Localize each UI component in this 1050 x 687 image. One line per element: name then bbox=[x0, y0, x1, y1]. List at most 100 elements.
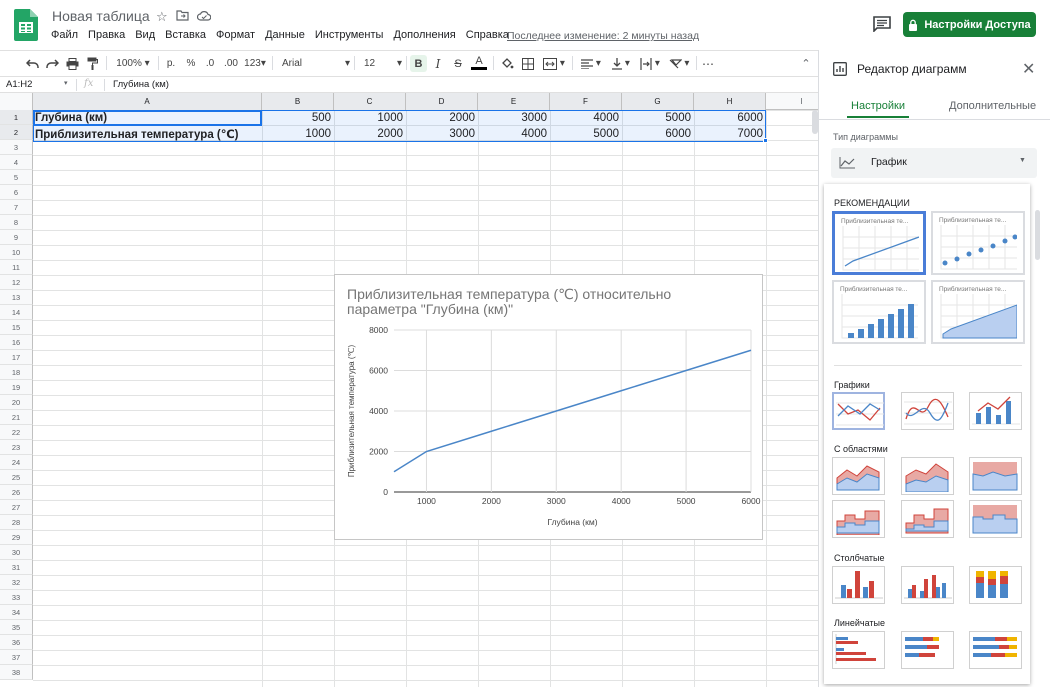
cell-d1[interactable]: 2000 bbox=[406, 110, 478, 125]
more-formats-button[interactable]: 123 ▾ bbox=[243, 55, 267, 72]
row-header[interactable]: 6 bbox=[0, 185, 33, 200]
strikethrough-button[interactable]: S bbox=[450, 55, 466, 72]
row-header[interactable]: 37 bbox=[0, 650, 33, 665]
name-box[interactable]: A1:H2 bbox=[6, 79, 32, 90]
rec-scatter-chart[interactable]: Приблизительная те... bbox=[931, 211, 1025, 275]
combo-chart-option[interactable] bbox=[969, 392, 1022, 430]
row-header[interactable]: 34 bbox=[0, 605, 33, 620]
row-header[interactable]: 28 bbox=[0, 515, 33, 530]
column-header-d[interactable]: D bbox=[406, 93, 478, 110]
smooth-line-chart-option[interactable] bbox=[901, 392, 954, 430]
row-header[interactable]: 18 bbox=[0, 365, 33, 380]
star-icon[interactable]: ☆ bbox=[156, 9, 168, 25]
row-header[interactable]: 32 bbox=[0, 575, 33, 590]
cell-c2[interactable]: 2000 bbox=[334, 126, 406, 141]
menu-insert[interactable]: Вставка bbox=[160, 29, 211, 45]
row-header[interactable]: 13 bbox=[0, 290, 33, 305]
last-edit-link[interactable]: Последнее изменение: 2 минуты назад bbox=[507, 30, 699, 42]
row-header[interactable]: 23 bbox=[0, 440, 33, 455]
bold-button[interactable]: B bbox=[410, 55, 427, 72]
stacked-stepped-area-chart-option[interactable] bbox=[901, 500, 954, 538]
row-header[interactable]: 9 bbox=[0, 230, 33, 245]
move-folder-icon[interactable] bbox=[176, 9, 189, 24]
full-stacked-area-chart-option[interactable] bbox=[969, 457, 1022, 495]
row-header[interactable]: 25 bbox=[0, 470, 33, 485]
column-chart-option[interactable] bbox=[832, 566, 885, 604]
menu-format[interactable]: Формат bbox=[211, 29, 260, 45]
collapse-menus-icon[interactable]: ⌃ bbox=[798, 55, 814, 72]
column-header-i[interactable]: I bbox=[766, 93, 818, 110]
formula-input[interactable]: Глубина (км) bbox=[113, 79, 169, 90]
document-title[interactable]: Новая таблица bbox=[52, 8, 150, 24]
dropdown-scrollbar[interactable] bbox=[1035, 210, 1040, 260]
close-icon[interactable]: ✕ bbox=[1022, 59, 1035, 79]
cell-e2[interactable]: 4000 bbox=[478, 126, 550, 141]
italic-button[interactable]: I bbox=[430, 55, 446, 72]
row-header[interactable]: 15 bbox=[0, 320, 33, 335]
row-header[interactable]: 20 bbox=[0, 395, 33, 410]
line-chart-option[interactable] bbox=[832, 392, 885, 430]
tab-customize[interactable]: Дополнительные bbox=[949, 100, 1036, 112]
cell-h1[interactable]: 6000 bbox=[694, 110, 766, 125]
menu-tools[interactable]: Инструменты bbox=[310, 29, 389, 45]
row-header[interactable]: 36 bbox=[0, 635, 33, 650]
row-header[interactable]: 3 bbox=[0, 140, 33, 155]
tab-setup[interactable]: Настройки bbox=[851, 100, 905, 112]
print-icon[interactable] bbox=[64, 55, 80, 72]
menu-addons[interactable]: Дополнения bbox=[388, 29, 460, 45]
fill-color-icon[interactable] bbox=[499, 55, 515, 72]
currency-format-button[interactable]: р. bbox=[163, 55, 179, 72]
grouped-column-chart-option[interactable] bbox=[901, 566, 954, 604]
row-header[interactable]: 5 bbox=[0, 170, 33, 185]
cell-g1[interactable]: 5000 bbox=[622, 110, 694, 125]
cell-e1[interactable]: 3000 bbox=[478, 110, 550, 125]
cell-f2[interactable]: 5000 bbox=[550, 126, 622, 141]
stacked-area-chart-option[interactable] bbox=[901, 457, 954, 495]
comments-icon[interactable] bbox=[873, 16, 891, 32]
column-header-e[interactable]: E bbox=[478, 93, 550, 110]
cell-f1[interactable]: 4000 bbox=[550, 110, 622, 125]
cell-b2[interactable]: 1000 bbox=[262, 126, 334, 141]
full-stacked-bar-chart-option[interactable] bbox=[969, 631, 1022, 669]
name-box-dropdown-icon[interactable]: ▾ bbox=[64, 79, 68, 87]
row-header[interactable]: 29 bbox=[0, 530, 33, 545]
percent-format-button[interactable]: % bbox=[183, 55, 199, 72]
full-stepped-area-chart-option[interactable] bbox=[969, 500, 1022, 538]
row-header[interactable]: 17 bbox=[0, 350, 33, 365]
row-header[interactable]: 38 bbox=[0, 665, 33, 680]
column-header-h[interactable]: H bbox=[694, 93, 766, 110]
align-vertical-icon[interactable]: ▾ bbox=[608, 55, 634, 72]
row-header[interactable]: 10 bbox=[0, 245, 33, 260]
rec-column-chart[interactable]: Приблизительная те... bbox=[832, 280, 926, 344]
row-header[interactable]: 14 bbox=[0, 305, 33, 320]
menu-help[interactable]: Справка bbox=[461, 29, 514, 45]
text-rotation-icon[interactable]: ▾ bbox=[666, 55, 692, 72]
row-header[interactable]: 2 bbox=[0, 125, 33, 140]
cell-d2[interactable]: 3000 bbox=[406, 126, 478, 141]
column-header-f[interactable]: F bbox=[550, 93, 622, 110]
row-header[interactable]: 1 bbox=[0, 110, 33, 125]
font-size-select[interactable]: 12 ▾ bbox=[360, 55, 402, 72]
stacked-bar-chart-option[interactable] bbox=[901, 631, 954, 669]
bar-chart-option[interactable] bbox=[832, 631, 885, 669]
area-chart-option[interactable] bbox=[832, 457, 885, 495]
row-header[interactable]: 31 bbox=[0, 560, 33, 575]
column-header-c[interactable]: C bbox=[334, 93, 406, 110]
select-all-corner[interactable] bbox=[0, 93, 33, 110]
share-button[interactable]: Настройки Доступа bbox=[903, 12, 1036, 37]
paint-format-icon[interactable] bbox=[84, 55, 100, 72]
cell-g2[interactable]: 6000 bbox=[622, 126, 694, 141]
menu-data[interactable]: Данные bbox=[260, 29, 310, 45]
text-wrap-icon[interactable]: ▾ bbox=[637, 55, 663, 72]
embedded-chart[interactable]: Приблизительная температура (℃) относите… bbox=[334, 274, 763, 540]
menu-edit[interactable]: Правка bbox=[83, 29, 130, 45]
cell-h2[interactable]: 7000 bbox=[694, 126, 766, 141]
menu-view[interactable]: Вид bbox=[130, 29, 160, 45]
row-header[interactable]: 35 bbox=[0, 620, 33, 635]
undo-icon[interactable] bbox=[24, 55, 40, 72]
stepped-area-chart-option[interactable] bbox=[832, 500, 885, 538]
row-header[interactable]: 27 bbox=[0, 500, 33, 515]
cell-a1[interactable]: Глубина (км) bbox=[33, 110, 262, 125]
row-header[interactable]: 30 bbox=[0, 545, 33, 560]
rec-area-chart[interactable]: Приблизительная те... bbox=[931, 280, 1025, 344]
